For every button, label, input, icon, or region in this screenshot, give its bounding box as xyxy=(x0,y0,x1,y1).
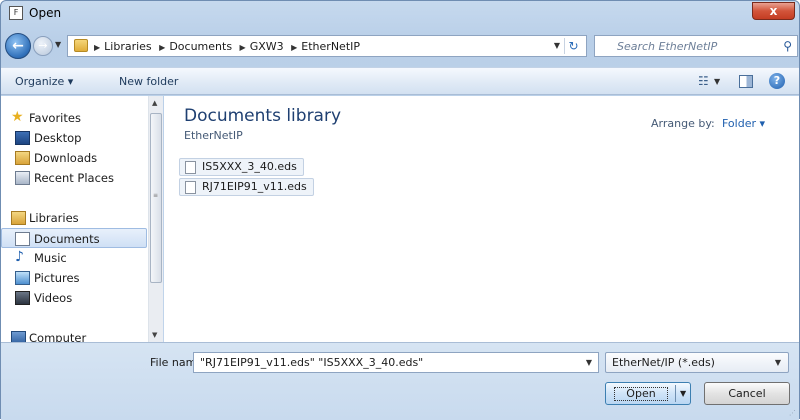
file-name-value: "RJ71EIP91_v11.eds" "IS5XXX_3_40.eds" xyxy=(200,356,424,369)
breadcrumb-gxw3[interactable]: GXW3 xyxy=(250,40,284,53)
close-button[interactable]: x xyxy=(752,2,795,20)
library-title: Documents library xyxy=(184,106,342,126)
open-dialog: F Open x ← → ▼ ▶ Libraries ▶ Documents ▶ GX… xyxy=(0,0,800,420)
preview-pane-icon[interactable] xyxy=(739,75,753,88)
chevron-down-icon: ▼ xyxy=(774,358,781,367)
sidebar-item-documents[interactable]: Documents xyxy=(1,228,147,248)
sidebar-item-recent-places[interactable]: Recent Places xyxy=(1,168,147,188)
sidebar-item-pictures[interactable]: Pictures xyxy=(1,268,147,288)
address-dropdown-icon[interactable]: ▼ xyxy=(554,41,560,50)
computer-icon xyxy=(11,331,26,342)
star-icon: ★ xyxy=(11,109,24,125)
cancel-button[interactable]: Cancel xyxy=(704,382,790,405)
help-icon[interactable]: ? xyxy=(769,73,785,89)
file-icon xyxy=(185,161,196,174)
file-icon xyxy=(185,181,196,194)
address-row: ← → ▼ ▶ Libraries ▶ Documents ▶ GXW3 ▶ Ether… xyxy=(1,31,799,61)
search-input[interactable]: Search EtherNetIP ⚲ xyxy=(594,35,798,57)
desktop-icon xyxy=(15,131,30,145)
forward-button[interactable]: → xyxy=(33,36,53,56)
breadcrumb-ethernetip[interactable]: EtherNetIP xyxy=(301,40,360,53)
sidebar-item-favorites[interactable]: ★ Favorites xyxy=(1,108,147,128)
open-button-label: Open xyxy=(614,387,668,401)
views-icon[interactable]: ☷ xyxy=(698,74,709,88)
file-name: RJ71EIP91_v11.eds xyxy=(202,180,307,193)
document-icon: F xyxy=(9,6,23,20)
dialog-footer: File name: "RJ71EIP91_v11.eds" "IS5XXX_3… xyxy=(1,342,799,420)
downloads-icon xyxy=(15,151,30,165)
scroll-up-icon[interactable]: ▲ xyxy=(152,99,157,107)
videos-icon xyxy=(15,291,30,305)
sidebar-item-music[interactable]: ♪ Music xyxy=(1,248,147,268)
refresh-button[interactable]: ↻ xyxy=(564,38,582,54)
search-placeholder: Search EtherNetIP xyxy=(617,40,718,53)
file-name-field[interactable]: "RJ71EIP91_v11.eds" "IS5XXX_3_40.eds" ▼ xyxy=(193,352,599,373)
sidebar-item-desktop[interactable]: Desktop xyxy=(1,128,147,148)
library-subtitle: EtherNetIP xyxy=(184,129,243,142)
open-button[interactable]: Open ▼ xyxy=(605,382,691,405)
sidebar-item-computer[interactable]: Computer xyxy=(1,328,147,342)
pictures-icon xyxy=(15,271,30,285)
navigation-pane: ★ Favorites Desktop Downloads Recent Pla… xyxy=(1,96,163,342)
resize-grip-icon[interactable]: ⋰ xyxy=(789,409,796,417)
arrange-by-dropdown[interactable]: Folder ▾ xyxy=(722,117,765,130)
scroll-down-icon[interactable]: ▼ xyxy=(152,331,157,339)
back-button[interactable]: ← xyxy=(5,33,31,59)
grip-icon: ≡ xyxy=(153,192,159,199)
organize-button[interactable]: Organize ▾ xyxy=(15,75,73,88)
views-dropdown-icon[interactable]: ▼ xyxy=(714,77,720,86)
breadcrumb-libraries[interactable]: Libraries xyxy=(104,40,152,53)
window-title: Open xyxy=(29,6,62,20)
file-type-value: EtherNet/IP (*.eds) xyxy=(612,356,715,369)
address-bar[interactable]: ▶ Libraries ▶ Documents ▶ GXW3 ▶ EtherNetIP … xyxy=(67,35,587,57)
sidebar-item-downloads[interactable]: Downloads xyxy=(1,148,147,168)
file-list-pane: Documents library EtherNetIP Arrange by:… xyxy=(164,96,799,342)
chevron-down-icon[interactable]: ▼ xyxy=(586,358,592,367)
file-type-select[interactable]: EtherNet/IP (*.eds) ▼ xyxy=(605,352,789,373)
breadcrumb-documents[interactable]: Documents xyxy=(169,40,232,53)
open-options-dropdown[interactable]: ▼ xyxy=(680,389,686,398)
sidebar-item-libraries[interactable]: Libraries xyxy=(1,208,147,228)
libraries-icon xyxy=(11,211,26,225)
documents-icon xyxy=(15,232,30,246)
music-icon: ♪ xyxy=(15,249,24,265)
folder-icon xyxy=(74,39,88,52)
command-toolbar: Organize ▾ New folder ☷ ▼ ? xyxy=(1,67,799,95)
title-bar: F Open x xyxy=(1,1,799,25)
sidebar-item-videos[interactable]: Videos xyxy=(1,288,147,308)
recent-locations-dropdown[interactable]: ▼ xyxy=(55,40,61,49)
file-item[interactable]: IS5XXX_3_40.eds xyxy=(179,158,304,176)
new-folder-button[interactable]: New folder xyxy=(119,75,178,88)
arrange-by-label: Arrange by: xyxy=(651,117,715,130)
file-item[interactable]: RJ71EIP91_v11.eds xyxy=(179,178,314,196)
recent-places-icon xyxy=(15,171,30,185)
navigation-scrollbar[interactable]: ▲ ≡ ▼ xyxy=(148,96,163,342)
file-name: IS5XXX_3_40.eds xyxy=(202,160,297,173)
search-icon[interactable]: ⚲ xyxy=(783,39,792,53)
breadcrumb: ▶ Libraries ▶ Documents ▶ GXW3 ▶ EtherNetIP xyxy=(94,40,361,53)
